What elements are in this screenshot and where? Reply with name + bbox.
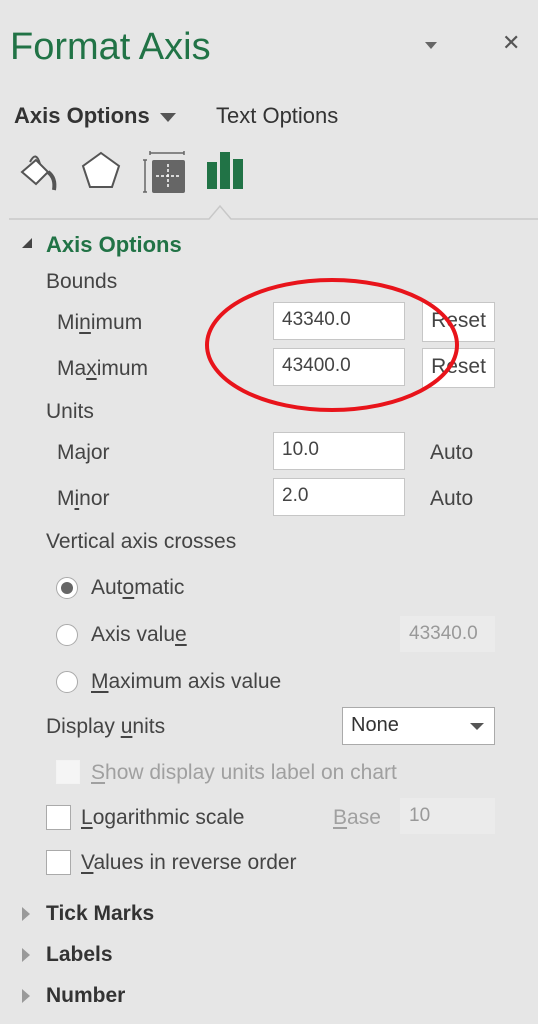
size-properties-icon[interactable] <box>142 150 186 194</box>
axis-options-icon[interactable] <box>206 150 246 190</box>
close-icon[interactable]: ✕ <box>502 30 520 56</box>
expand-icon[interactable] <box>22 907 30 921</box>
logarithmic-scale-checkbox[interactable] <box>46 805 71 830</box>
base-input[interactable]: 10 <box>400 798 495 834</box>
section-labels[interactable]: Labels <box>46 943 113 967</box>
axis-value-radio[interactable] <box>56 624 78 646</box>
maximum-label: Maximum <box>57 357 149 380</box>
major-input[interactable]: 10.0 <box>273 432 405 470</box>
chevron-down-icon <box>470 723 484 730</box>
minor-auto-button[interactable]: Auto <box>430 487 473 511</box>
display-units-label: Display units <box>46 715 166 738</box>
minimum-label: Minimum <box>57 311 143 334</box>
automatic-label[interactable]: Automatic <box>91 576 184 600</box>
minor-label: Minor <box>57 487 110 510</box>
tab-axis-options-label: Axis Options <box>14 103 150 128</box>
axis-value-label[interactable]: Axis value <box>91 623 187 647</box>
fill-line-icon[interactable] <box>18 150 60 192</box>
automatic-radio[interactable] <box>56 577 78 599</box>
axis-value-input[interactable]: 43340.0 <box>400 616 495 652</box>
maximum-axis-value-radio[interactable] <box>56 671 78 693</box>
section-tick-marks[interactable]: Tick Marks <box>46 902 154 926</box>
vertical-axis-crosses-label: Vertical axis crosses <box>46 530 237 553</box>
section-axis-options[interactable]: Axis Options <box>46 232 182 258</box>
major-label: Major <box>57 441 110 464</box>
display-units-select[interactable]: None <box>342 707 495 745</box>
maximum-axis-value-label[interactable]: Maximum axis value <box>91 670 281 694</box>
task-pane-options-button[interactable] <box>425 42 437 49</box>
tab-divider <box>9 204 538 220</box>
show-units-label-text[interactable]: Show display units label on chart <box>91 761 397 785</box>
base-label: Base <box>333 806 381 829</box>
major-auto-button[interactable]: Auto <box>430 441 473 465</box>
expand-icon[interactable] <box>22 948 30 962</box>
tab-text-options[interactable]: Text Options <box>216 103 338 129</box>
red-circle-annotation <box>205 278 459 412</box>
minor-input[interactable]: 2.0 <box>273 478 405 516</box>
show-units-label-checkbox[interactable] <box>56 760 80 784</box>
logarithmic-scale-label[interactable]: Logarithmic scale <box>81 806 244 830</box>
units-label: Units <box>46 400 94 423</box>
expand-icon[interactable] <box>22 989 30 1003</box>
values-reverse-order-label[interactable]: Values in reverse order <box>81 851 297 875</box>
values-reverse-order-checkbox[interactable] <box>46 850 71 875</box>
bounds-label: Bounds <box>46 270 118 293</box>
display-units-value: None <box>351 714 399 736</box>
chevron-down-icon <box>159 112 176 122</box>
section-collapse-icon[interactable] <box>22 238 32 248</box>
pane-title: Format Axis <box>10 26 211 68</box>
effects-icon[interactable] <box>80 150 122 192</box>
tab-axis-options[interactable]: Axis Options <box>14 103 176 129</box>
section-number[interactable]: Number <box>46 984 125 1008</box>
